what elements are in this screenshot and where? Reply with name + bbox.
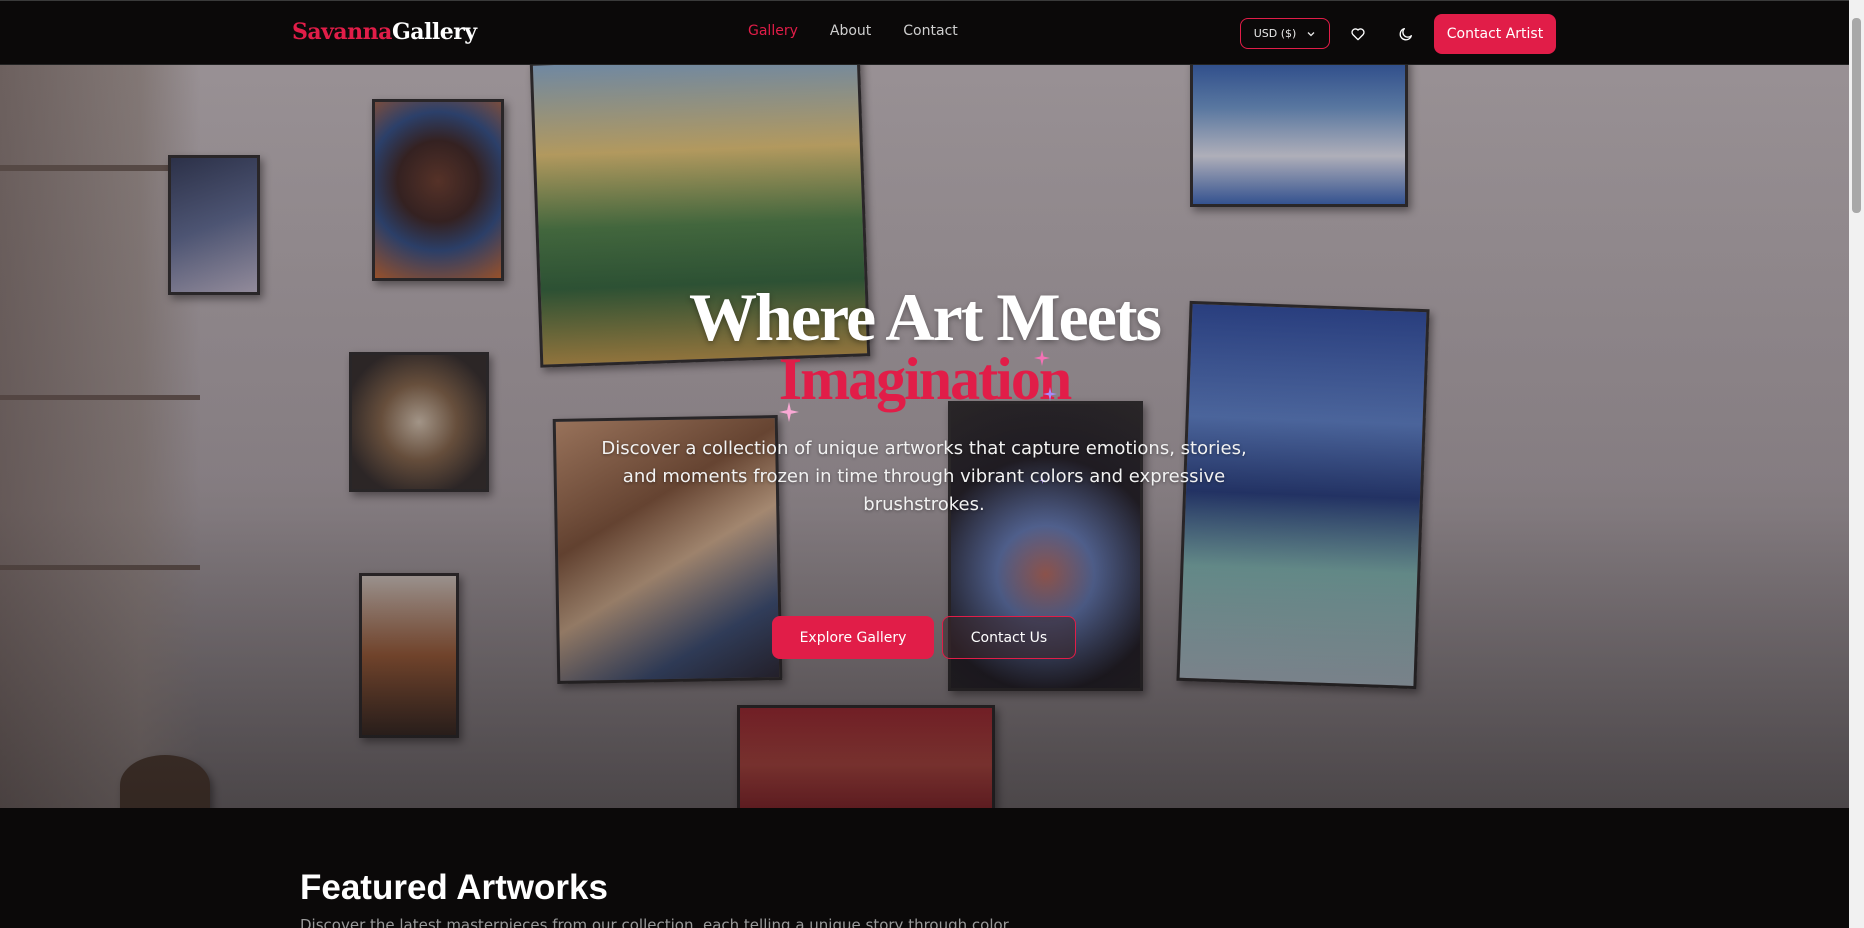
featured-subtitle: Discover the latest masterpieces from ou… (300, 916, 1013, 928)
nav-link-contact[interactable]: Contact (903, 23, 957, 39)
logo-plain: Gallery (391, 19, 477, 45)
sparkle-icon (779, 402, 799, 422)
nav-link-about[interactable]: About (830, 23, 871, 39)
hero-description: Discover a collection of unique artworks… (601, 438, 1247, 515)
hero-section: Where Art Meets Imagination Discover a c… (0, 65, 1849, 808)
explore-gallery-button[interactable]: Explore Gallery (772, 616, 934, 659)
sparkle-icon (1034, 350, 1050, 366)
currency-select[interactable]: USD ($) (1240, 18, 1330, 49)
currency-label: USD ($) (1253, 27, 1297, 40)
contact-artist-button[interactable]: Contact Artist (1434, 14, 1556, 54)
nav-links: Gallery About Contact (748, 23, 958, 39)
scrollbar-thumb[interactable] (1852, 18, 1861, 213)
nav-link-gallery[interactable]: Gallery (748, 23, 798, 39)
theme-toggle-button[interactable] (1391, 19, 1421, 49)
hero-content: Where Art Meets Imagination Discover a c… (0, 65, 1849, 808)
moon-icon (1399, 28, 1412, 41)
heart-icon (1351, 28, 1365, 41)
page-scrollbar[interactable] (1849, 0, 1864, 928)
logo[interactable]: SavannaGallery (292, 19, 477, 45)
sparkle-icon (1043, 387, 1057, 401)
logo-accent: Savanna (292, 19, 392, 45)
contact-us-button[interactable]: Contact Us (942, 616, 1076, 659)
hero-title-accent: Imagination (778, 346, 1072, 412)
favorites-button[interactable] (1343, 19, 1373, 49)
chevron-down-icon (1307, 31, 1315, 36)
featured-title: Featured Artworks (300, 868, 608, 907)
navbar: SavannaGallery Gallery About Contact USD… (0, 0, 1849, 65)
